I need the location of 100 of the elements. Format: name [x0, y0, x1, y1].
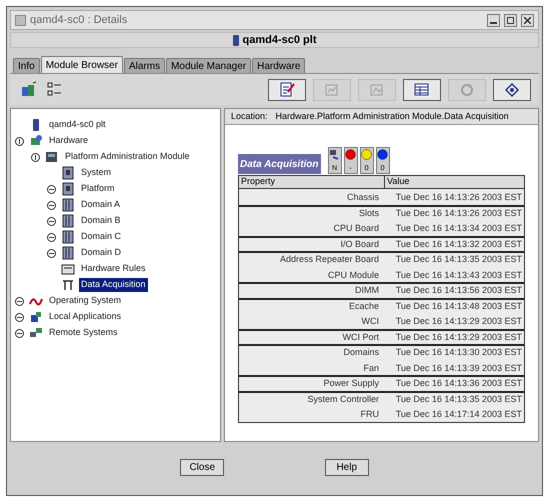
table-row[interactable]: WCI Tue Dec 16 14:13:29 2003 EST — [239, 313, 524, 328]
table-cell-text: Tue Dec 16 14:17:14 2003 EST — [394, 408, 523, 421]
collapsed-toggle[interactable] — [46, 232, 56, 242]
dialog-button[interactable]: Help — [324, 458, 369, 476]
table-row[interactable]: I/O Board Tue Dec 16 14:13:32 2003 EST — [239, 236, 524, 251]
table-cell-text: Slots — [358, 206, 380, 220]
maximize-icon — [507, 16, 514, 24]
tree-item[interactable]: Domain A — [79, 198, 122, 212]
tree-item[interactable]: System — [79, 166, 114, 180]
table-cell-text: Tue Dec 16 14:13:35 2003 EST — [394, 253, 523, 266]
table-cell-text: Power Supply — [322, 377, 380, 390]
table-cell-text: Tue Dec 16 14:13:32 2003 EST — [394, 238, 523, 250]
rules-icon — [61, 262, 75, 276]
board-icon — [61, 166, 75, 180]
table-row[interactable]: System Controller Tue Dec 16 14:13:35 2003 EST — [239, 390, 524, 406]
table-cell-text: Tue Dec 16 14:13:56 2003 EST — [394, 284, 523, 297]
minor-alarm-icon — [377, 149, 388, 160]
tree-item[interactable]: Domain B — [79, 214, 123, 228]
major-alarm-icon — [361, 149, 372, 160]
column-header[interactable]: Value — [385, 176, 524, 188]
table-cell-text: Tue Dec 16 14:13:43 2003 EST — [394, 268, 523, 282]
hardware-icon — [29, 134, 43, 148]
tab[interactable]: Module Browser — [40, 56, 123, 73]
table-row[interactable]: CPU Module Tue Dec 16 14:13:43 2003 EST — [239, 266, 524, 282]
table-row[interactable]: Address Repeater Board Tue Dec 16 14:13:35 2003 EST — [239, 251, 524, 266]
critical-alarm-icon — [345, 149, 356, 160]
table-cell-text: Tue Dec 16 14:13:29 2003 EST — [394, 330, 523, 344]
tree-item[interactable]: Platform Administration Module — [63, 150, 192, 164]
tree-item[interactable]: Data Acquisition — [79, 278, 148, 292]
collapsed-toggle[interactable] — [46, 184, 56, 194]
table-cell-text: Tue Dec 16 14:13:26 2003 EST — [394, 206, 523, 220]
table-row[interactable]: Slots Tue Dec 16 14:13:26 2003 EST — [239, 204, 524, 220]
tree-item[interactable]: Platform — [79, 182, 117, 196]
tree-item[interactable]: Local Applications — [47, 310, 124, 324]
table-row[interactable]: Domains Tue Dec 16 14:13:30 2003 EST — [239, 344, 524, 360]
tree-item[interactable]: Hardware — [47, 134, 90, 148]
table-cell-text: WCI — [360, 315, 380, 328]
tree-item[interactable]: Remote Systems — [47, 326, 120, 340]
table-cell-text: Tue Dec 16 14:13:48 2003 EST — [394, 300, 523, 312]
maximize-button[interactable] — [504, 14, 517, 26]
close-icon — [524, 16, 531, 24]
tab[interactable]: Alarms — [124, 58, 166, 73]
location-path: Hardware.Platform Administration Module.Data Acquisition — [276, 110, 509, 123]
minimize-button[interactable] — [487, 14, 500, 26]
expanded-toggle[interactable] — [14, 136, 24, 146]
table-row[interactable]: DIMM Tue Dec 16 14:13:56 2003 EST — [239, 282, 524, 298]
table-cell-text: Domains — [342, 346, 380, 359]
header-title: qamd4-sc0 plt — [242, 32, 316, 48]
tree-item[interactable]: Operating System — [47, 294, 124, 308]
dialog-button[interactable]: Close — [180, 458, 224, 476]
table-cell-text: Tue Dec 16 14:13:36 2003 EST — [394, 377, 523, 390]
table-icon — [413, 80, 431, 98]
close-button[interactable] — [521, 14, 534, 26]
table-cell-text: CPU Board — [332, 222, 380, 235]
domain-icon — [61, 198, 75, 212]
window-menu-icon[interactable] — [15, 14, 26, 26]
table-cell-text: Tue Dec 16 14:13:34 2003 EST — [394, 222, 523, 235]
tab[interactable]: Module Manager — [166, 58, 252, 73]
panel-title: Data Acquisition — [238, 154, 321, 174]
table-row[interactable]: FRU Tue Dec 16 14:17:14 2003 EST — [239, 406, 524, 422]
tree-item[interactable]: qamd4-sc0 plt — [47, 118, 108, 132]
collapsed-toggle[interactable] — [14, 296, 24, 306]
table-cell-text: FRU — [360, 408, 380, 421]
table-row[interactable]: WCI Port Tue Dec 16 14:13:29 2003 EST — [239, 328, 524, 344]
table-cell-text: WCI Port — [341, 330, 380, 344]
module-icon — [45, 150, 59, 164]
column-header[interactable]: Property — [239, 176, 385, 188]
table-cell-text: Fan — [362, 362, 380, 374]
tree-item[interactable]: Hardware Rules — [79, 262, 148, 276]
edit-icon — [278, 80, 296, 98]
checklist-icon — [46, 80, 64, 98]
tree-item[interactable]: Domain D — [79, 246, 124, 260]
table-cell-text: Tue Dec 16 14:13:30 2003 EST — [394, 346, 523, 359]
tree-item[interactable]: Domain C — [79, 230, 124, 244]
domain-icon — [61, 214, 75, 228]
collapsed-toggle[interactable] — [14, 328, 24, 338]
toolbar-button[interactable] — [403, 78, 441, 100]
table-row[interactable]: Fan Tue Dec 16 14:13:39 2003 EST — [239, 360, 524, 375]
table-cell-text: System Controller — [306, 392, 380, 406]
domain-icon — [61, 246, 75, 260]
table-cell-text: CPU Module — [326, 268, 380, 282]
table-row[interactable]: Power Supply Tue Dec 16 14:13:36 2003 EST — [239, 375, 524, 390]
tab[interactable]: Hardware — [252, 58, 306, 73]
table-row[interactable]: CPU Board Tue Dec 16 14:13:34 2003 EST — [239, 220, 524, 236]
server-icon — [232, 34, 239, 46]
expanded-toggle[interactable] — [30, 152, 40, 162]
table-row[interactable]: Ecache Tue Dec 16 14:13:48 2003 EST — [239, 298, 524, 313]
tab[interactable]: Info — [13, 58, 40, 73]
toolbar-button[interactable] — [493, 78, 531, 100]
toolbar-button[interactable] — [268, 78, 306, 100]
table-row[interactable]: Chassis Tue Dec 16 14:13:26 2003 EST — [239, 189, 524, 204]
table-cell-text: Tue Dec 16 14:13:26 2003 EST — [394, 191, 523, 204]
collapsed-toggle[interactable] — [46, 216, 56, 226]
collapsed-toggle[interactable] — [46, 248, 56, 258]
monitor-icon — [329, 149, 340, 160]
table-cell-text: DIMM — [354, 284, 380, 297]
board-icon — [61, 182, 75, 196]
domain-icon — [61, 230, 75, 244]
collapsed-toggle[interactable] — [46, 200, 56, 210]
collapsed-toggle[interactable] — [14, 312, 24, 322]
